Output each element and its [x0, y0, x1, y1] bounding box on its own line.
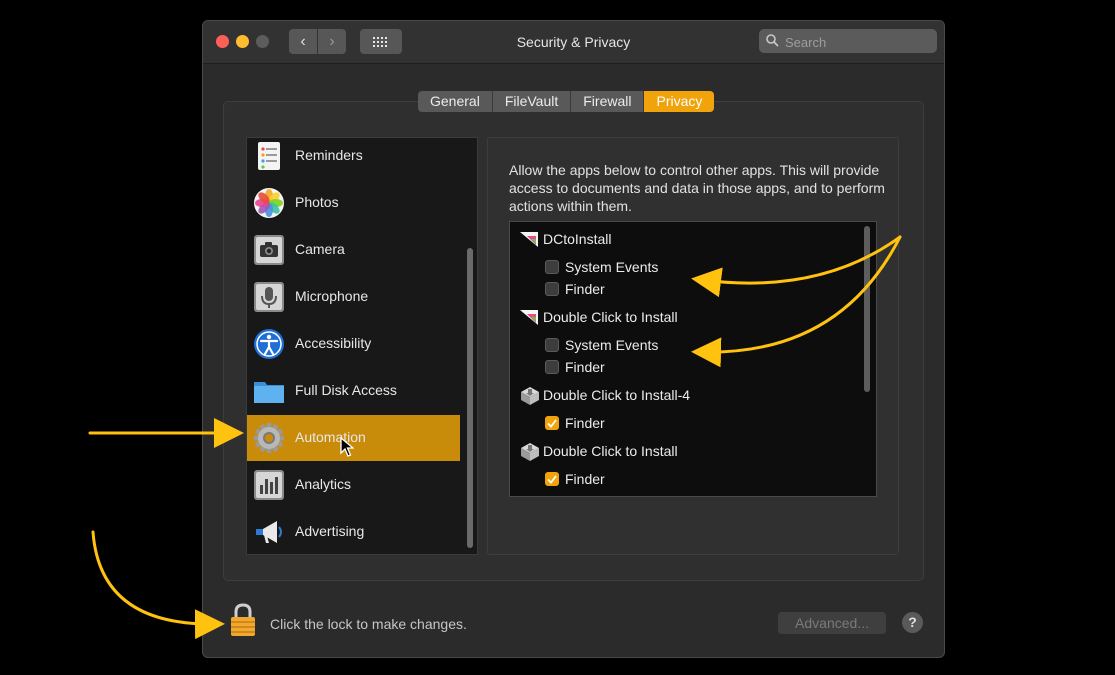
tab-general[interactable]: General — [418, 91, 493, 112]
megaphone-icon — [256, 521, 282, 543]
automation-detail-pane: Allow the apps below to control other ap… — [487, 137, 899, 555]
permission-row[interactable]: System Events — [510, 334, 850, 356]
app-icon — [520, 310, 538, 325]
close-button[interactable] — [216, 35, 229, 48]
photos-icon — [254, 188, 284, 218]
sidebar-item-camera[interactable]: Camera — [247, 227, 460, 273]
reminders-icon — [258, 142, 280, 170]
app-name: Double Click to Install-4 — [543, 387, 691, 403]
zoom-button[interactable] — [256, 35, 269, 48]
accessibility-icon — [254, 329, 284, 359]
help-button[interactable]: ? — [902, 612, 923, 633]
title-bar: ‹ › Security & Privacy — [203, 21, 944, 64]
mouse-cursor-icon — [340, 437, 354, 457]
app-row-double-click-to-install[interactable]: Double Click to Install — [510, 306, 850, 328]
sidebar-item-label: Automation — [295, 429, 366, 445]
gear-icon — [254, 423, 284, 453]
sidebar-item-advertising[interactable]: Advertising — [247, 509, 460, 554]
sidebar-item-analytics[interactable]: Analytics — [247, 462, 460, 508]
search-field[interactable] — [759, 29, 937, 53]
forward-button[interactable]: › — [318, 29, 346, 54]
app-name: DCtoInstall — [543, 231, 612, 247]
sidebar-item-label: Photos — [295, 194, 339, 210]
camera-icon — [254, 235, 284, 265]
permission-checkbox[interactable] — [545, 360, 559, 374]
sidebar-item-label: Camera — [295, 241, 345, 257]
checkmark-icon — [547, 474, 557, 484]
sidebar-item-label: Microphone — [295, 288, 369, 304]
app-icon — [520, 232, 538, 247]
automation-description: Allow the apps below to control other ap… — [509, 162, 885, 214]
permission-row[interactable]: Finder — [510, 468, 850, 490]
permission-label: Finder — [565, 281, 605, 297]
installer-icon — [521, 443, 539, 461]
permission-checkbox[interactable] — [545, 260, 559, 274]
chevron-left-icon: ‹ — [300, 32, 306, 50]
analytics-icon — [254, 470, 284, 500]
search-icon — [766, 34, 779, 47]
sidebar-item-label: Analytics — [295, 476, 352, 492]
permission-checkbox[interactable] — [545, 472, 559, 486]
minimize-button[interactable] — [236, 35, 249, 48]
permission-label: Finder — [565, 471, 605, 487]
sidebar-item-microphone[interactable]: Microphone — [247, 274, 460, 320]
advanced-button[interactable]: Advanced... — [778, 612, 886, 634]
tab-bar: General FileVault Firewall Privacy — [418, 91, 715, 112]
tab-firewall[interactable]: Firewall — [571, 91, 645, 112]
installer-icon — [521, 387, 539, 405]
app-name: Double Click to Install — [543, 443, 678, 459]
automation-app-list: DCtoInstall System Events Finder Double … — [509, 221, 877, 497]
permission-label: System Events — [565, 337, 659, 353]
folder-icon — [254, 382, 284, 403]
permission-row[interactable]: Finder — [510, 412, 850, 434]
sidebar-item-reminders[interactable]: Reminders — [247, 138, 460, 179]
chevron-right-icon: › — [329, 32, 335, 50]
tab-privacy[interactable]: Privacy — [644, 91, 715, 112]
preferences-window: ‹ › Security & Privacy General FileVault… — [202, 20, 945, 658]
sidebar-item-label: Reminders — [295, 147, 363, 163]
microphone-icon — [254, 282, 284, 312]
sidebar-item-label: Full Disk Access — [295, 382, 397, 398]
permission-checkbox[interactable] — [545, 282, 559, 296]
permission-label: Finder — [565, 415, 605, 431]
permission-row[interactable]: System Events — [510, 256, 850, 278]
permission-label: System Events — [565, 259, 659, 275]
checkmark-icon — [547, 418, 557, 428]
app-row-dctoinstall[interactable]: DCtoInstall — [510, 228, 850, 250]
permission-row[interactable]: Finder — [510, 356, 850, 378]
permission-row[interactable]: Finder — [510, 278, 850, 300]
sidebar-item-label: Accessibility — [295, 335, 372, 351]
back-button[interactable]: ‹ — [289, 29, 317, 54]
permission-checkbox[interactable] — [545, 416, 559, 430]
show-all-button[interactable] — [360, 29, 402, 54]
permission-label: Finder — [565, 359, 605, 375]
sidebar-item-accessibility[interactable]: Accessibility — [247, 321, 460, 367]
app-row-double-click-to-install-b[interactable]: Double Click to Install — [510, 440, 850, 462]
sidebar-scrollbar[interactable] — [467, 248, 473, 548]
tab-filevault[interactable]: FileVault — [492, 91, 572, 112]
permission-checkbox[interactable] — [545, 338, 559, 352]
app-row-double-click-to-install-4[interactable]: Double Click to Install-4 — [510, 384, 850, 406]
sidebar-item-full-disk-access[interactable]: Full Disk Access — [247, 368, 460, 414]
sidebar-item-label: Advertising — [295, 523, 365, 539]
grid-icon — [373, 36, 387, 47]
app-name: Double Click to Install — [543, 309, 678, 325]
sidebar-item-photos[interactable]: Photos — [247, 180, 460, 226]
app-list-scrollbar[interactable] — [864, 226, 870, 392]
privacy-category-list: Reminders Photos Camera Microphone Acces… — [246, 137, 478, 555]
lock-status-text: Click the lock to make changes. — [270, 616, 467, 632]
lock-icon[interactable] — [229, 603, 257, 637]
search-input[interactable] — [783, 31, 935, 53]
